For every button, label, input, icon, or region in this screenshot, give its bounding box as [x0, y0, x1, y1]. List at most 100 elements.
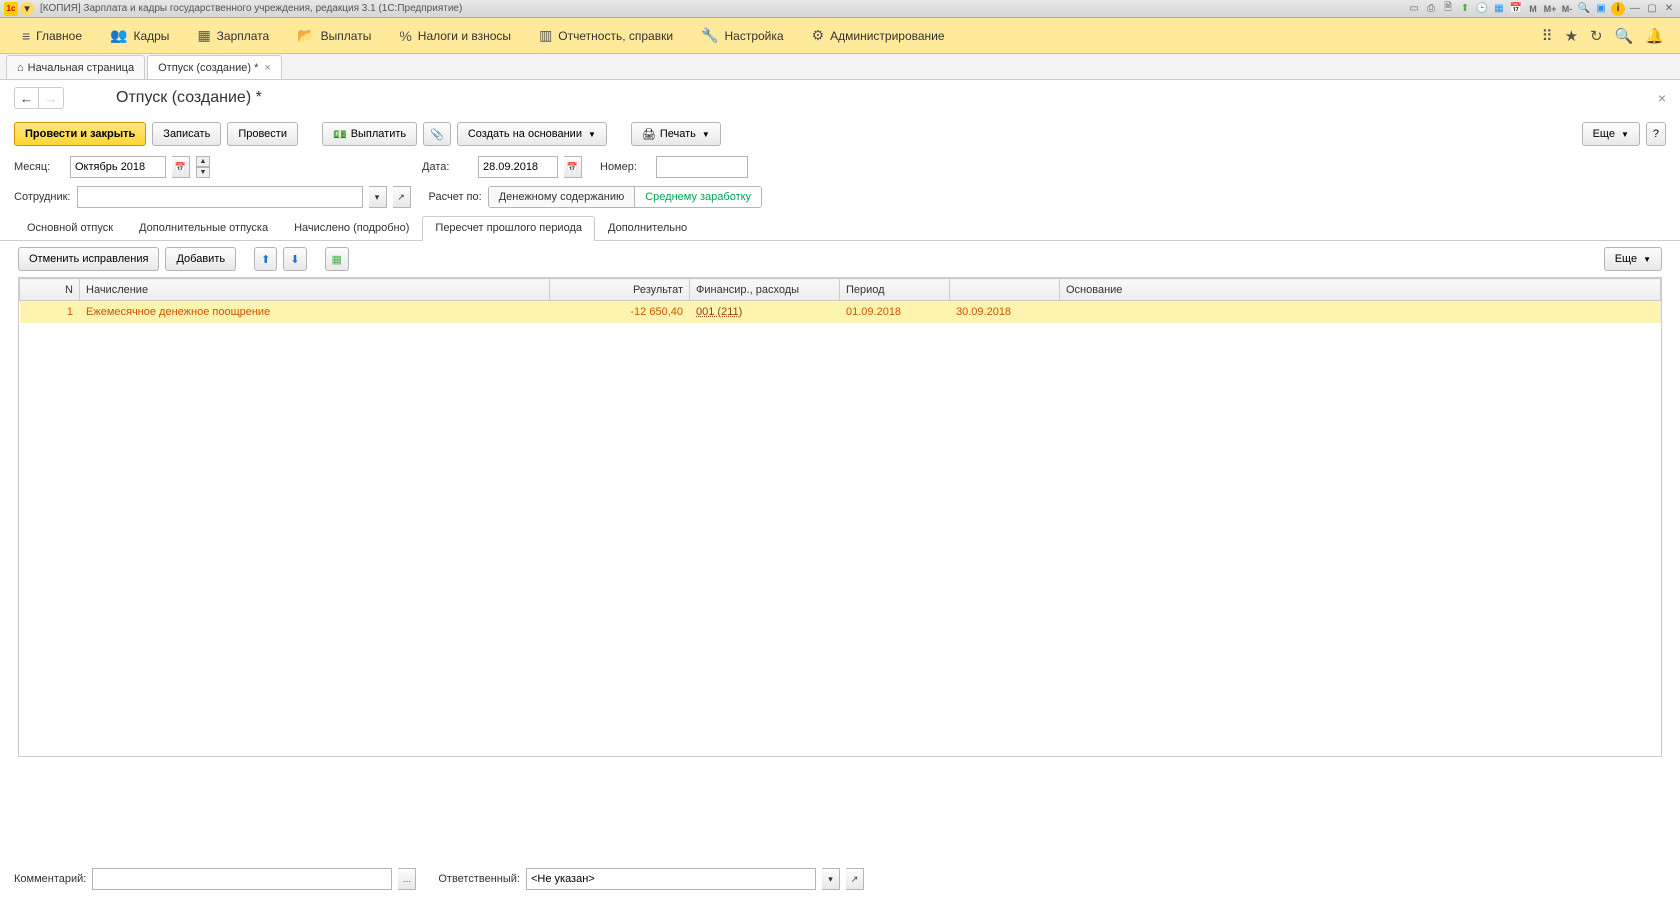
close-window-icon[interactable]: ✕ — [1662, 2, 1676, 16]
calendar-icon[interactable]: 📅 — [1509, 2, 1523, 16]
menu-personnel[interactable]: 👥Кадры — [96, 18, 183, 53]
bell-icon[interactable]: 🔔 — [1645, 27, 1664, 45]
table-row[interactable]: 1 Ежемесячное денежное поощрение -12 650… — [20, 301, 1661, 323]
window-icon[interactable]: ▣ — [1594, 2, 1608, 16]
help-button[interactable]: ? — [1646, 122, 1666, 146]
responsible-dropdown-button[interactable]: ▾ — [822, 868, 840, 890]
inner-tab-main[interactable]: Основной отпуск — [14, 216, 126, 240]
month-input[interactable] — [70, 156, 166, 178]
nav-forward-button[interactable]: → — [39, 88, 63, 108]
post-and-close-button[interactable]: Провести и закрыть — [14, 122, 146, 146]
menu-admin[interactable]: ⚙Администрирование — [798, 18, 959, 53]
star-icon[interactable]: ★ — [1565, 27, 1578, 45]
tab-close-icon[interactable]: × — [264, 62, 270, 74]
inner-tab-recalc[interactable]: Пересчет прошлого периода — [422, 216, 595, 241]
nav-buttons: ← → — [14, 87, 64, 109]
date-calendar-button[interactable]: 📅 — [564, 156, 582, 178]
inner-tab-accrued[interactable]: Начислено (подробно) — [281, 216, 422, 240]
m-plus-icon[interactable]: M+ — [1543, 2, 1557, 16]
m-minus-icon[interactable]: M- — [1560, 2, 1574, 16]
menu-payments[interactable]: 📂Выплаты — [283, 18, 385, 53]
pay-button[interactable]: 💵Выплатить — [322, 122, 417, 146]
maximize-icon[interactable]: ▢ — [1645, 2, 1659, 16]
close-page-icon[interactable]: × — [1658, 90, 1666, 106]
menu-taxes[interactable]: %Налоги и взносы — [385, 18, 525, 53]
info-icon[interactable]: i — [1611, 2, 1625, 16]
tab-vacation[interactable]: Отпуск (создание) *× — [147, 55, 282, 79]
responsible-input[interactable] — [526, 868, 816, 890]
grid-icon[interactable]: ▦ — [1492, 2, 1506, 16]
wrench-icon: 🔧 — [701, 27, 718, 44]
number-input[interactable] — [656, 156, 748, 178]
tab-home-label: Начальная страница — [28, 62, 134, 74]
report-icon: ▥ — [539, 27, 552, 44]
calc-toggle: Денежному содержанию Среднему заработку — [488, 186, 762, 208]
save-button[interactable]: Записать — [152, 122, 221, 146]
col-header-period[interactable]: Период — [840, 279, 950, 301]
sub-more-button[interactable]: Еще▼ — [1604, 247, 1662, 271]
inner-tab-extra[interactable]: Дополнительно — [595, 216, 700, 240]
create-based-button[interactable]: Создать на основании▼ — [457, 122, 607, 146]
doc-icon[interactable]: 🗎 — [1441, 2, 1455, 16]
comment-expand-button[interactable]: … — [398, 868, 416, 890]
app-dropdown-icon[interactable]: ▾ — [20, 2, 34, 16]
nav-back-button[interactable]: ← — [15, 88, 39, 108]
comment-input[interactable] — [92, 868, 392, 890]
cell-fin: 001 (211) — [690, 301, 840, 323]
create-based-label: Создать на основании — [468, 128, 582, 140]
menu-reports[interactable]: ▥Отчетность, справки — [525, 18, 687, 53]
col-header-period-to[interactable] — [950, 279, 1060, 301]
m-icon[interactable]: M — [1526, 2, 1540, 16]
month-down-button[interactable]: ▼ — [196, 167, 210, 178]
print-button[interactable]: 🖨Печать▼ — [631, 122, 721, 146]
tab-bar: ⌂Начальная страница Отпуск (создание) *× — [0, 54, 1680, 80]
form-row-dates: Месяц: 📅 ▲ ▼ Дата: 📅 Номер: — [0, 152, 1680, 182]
paperclip-icon: 📎 — [430, 128, 444, 141]
move-up-button[interactable]: ⬆ — [254, 247, 277, 271]
calc-opt-average[interactable]: Среднему заработку — [635, 187, 761, 207]
calc-opt-money[interactable]: Денежному содержанию — [489, 187, 636, 207]
panel-icon[interactable]: ▭ — [1407, 2, 1421, 16]
menu-main[interactable]: ≡Главное — [8, 18, 96, 53]
menu-settings[interactable]: 🔧Настройка — [687, 18, 798, 53]
col-header-fin[interactable]: Финансир., расходы — [690, 279, 840, 301]
history-icon[interactable]: ↻ — [1590, 27, 1603, 45]
date-input[interactable] — [478, 156, 558, 178]
link-icon[interactable]: ⬆ — [1458, 2, 1472, 16]
col-header-n[interactable]: N — [20, 279, 80, 301]
responsible-open-button[interactable]: ↗ — [846, 868, 864, 890]
month-up-button[interactable]: ▲ — [196, 156, 210, 167]
print-icon[interactable]: ⎙ — [1424, 2, 1438, 16]
tab-home[interactable]: ⌂Начальная страница — [6, 55, 145, 79]
fin-link[interactable]: 001 (211) — [696, 306, 742, 318]
money-icon: 💵 — [333, 128, 347, 141]
move-down-button[interactable]: ⬇ — [283, 247, 306, 271]
post-button[interactable]: Провести — [227, 122, 298, 146]
col-header-accrual[interactable]: Начисление — [80, 279, 550, 301]
zoom-icon[interactable]: 🔍 — [1577, 2, 1591, 16]
col-header-basis[interactable]: Основание — [1060, 279, 1661, 301]
menu-payments-label: Выплаты — [321, 29, 372, 43]
cancel-corrections-button[interactable]: Отменить исправления — [18, 247, 159, 271]
recalc-table: N Начисление Результат Финансир., расход… — [19, 278, 1661, 323]
minimize-icon[interactable]: — — [1628, 2, 1642, 16]
menu-salary[interactable]: ▦Зарплата — [183, 18, 283, 53]
employee-open-button[interactable]: ↗ — [393, 186, 411, 208]
table-icon: ▦ — [197, 27, 210, 44]
date-label: Дата: — [422, 161, 472, 173]
add-button[interactable]: Добавить — [165, 247, 236, 271]
app-icon: 1c — [4, 2, 18, 16]
attach-button[interactable]: 📎 — [423, 122, 451, 146]
employee-dropdown-button[interactable]: ▾ — [369, 186, 387, 208]
col-header-result[interactable]: Результат — [550, 279, 690, 301]
employee-input[interactable] — [77, 186, 363, 208]
more-button[interactable]: Еще▼ — [1582, 122, 1640, 146]
inner-tab-additional[interactable]: Дополнительные отпуска — [126, 216, 281, 240]
cell-period-to: 30.09.2018 — [950, 301, 1060, 323]
more-label: Еще — [1593, 128, 1615, 140]
month-calendar-button[interactable]: 📅 — [172, 156, 190, 178]
clock-icon[interactable]: 🕒 — [1475, 2, 1489, 16]
apps-icon[interactable]: ⠿ — [1542, 27, 1553, 45]
column-settings-button[interactable]: ▦ — [325, 247, 349, 271]
search-icon[interactable]: 🔍 — [1615, 27, 1634, 45]
